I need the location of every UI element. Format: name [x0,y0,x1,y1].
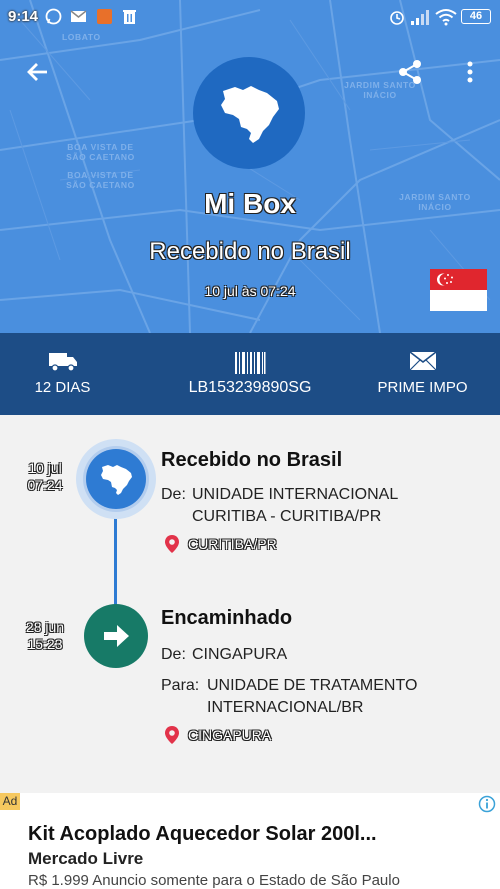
to-value-line2: INTERNACIONAL/BR [207,699,364,716]
timeline-connector [114,505,117,613]
ad-advertiser: Mercado Livre [28,849,144,868]
event-location: CURITIBA/PR [161,534,361,556]
product-name: Mi Box [204,188,296,219]
app-icon [97,9,112,24]
status-bar: 9:14 46 [0,0,500,34]
map-label: BOA VISTA DE SÃO CAETANO [66,170,135,190]
ad-badge: Ad [0,793,20,810]
info-icon[interactable] [478,795,496,813]
event-node-halo [76,439,156,519]
location-pin-icon [165,726,179,744]
event-from: De: CINGAPURA [161,644,481,666]
tracking-code[interactable]: LB153239890SG [165,333,335,415]
event-datetime: 28 jun 15:23 [15,619,75,653]
barcode-icon [235,352,266,374]
signal-icon [411,10,429,25]
arrow-forward-icon [104,625,129,647]
map-label: BOA VISTA DE SÃO CAETANO [66,142,135,162]
event-location: CINGAPURA [161,725,361,747]
arrow-back-icon [27,63,47,81]
mail-icon [409,351,436,371]
service-type: PRIME IMPO [370,333,475,415]
transit-days: 12 DIAS [10,333,115,415]
whatsapp-icon [45,8,62,25]
back-button[interactable] [18,52,58,92]
battery-icon: 46 [461,9,491,24]
event-location-label: CURITIBA/PR [188,536,277,552]
from-label: De: [161,646,186,663]
share-icon [399,60,421,84]
tracking-code-label: LB153239890SG [188,379,312,396]
brazil-map-icon [101,465,132,495]
from-value-line1: CINGAPURA [192,646,288,663]
status-date: 10 jul às 07:24 [204,283,296,299]
share-button[interactable] [390,52,430,92]
event-to: Para: UNIDADE DE TRATAMENTO INTERNACIONA… [161,675,491,719]
status-time: 9:14 [8,8,39,25]
tracking-timeline: 10 jul 07:24 Recebido no Brasil De: UNID… [0,415,500,793]
singapore-flag-icon [430,269,487,311]
country-circle [193,57,305,169]
more-options-button[interactable] [450,52,490,92]
trash-icon [123,10,136,24]
event-from: De: UNIDADE INTERNACIONAL CURITIBA - CUR… [161,484,481,528]
location-pin-icon [165,535,179,553]
shipment-header: LOBATO JARDIM SANTO INÁCIO BOA VISTA DE … [0,0,500,333]
to-value-line1: UNIDADE DE TRATAMENTO [207,677,418,694]
battery-level: 46 [469,10,483,22]
event-date: 10 jul [28,460,62,476]
ad-description: R$ 1.999 Anuncio somente para o Estado d… [28,872,400,889]
event-title: Recebido no Brasil [161,449,343,471]
event-location-label: CINGAPURA [188,727,272,743]
more-vert-icon [467,61,473,83]
ad-title[interactable]: Kit Acoplado Aquecedor Solar 200l... [28,823,377,846]
event-title: Encaminhado [161,607,293,629]
event-date: 28 jun [25,619,65,635]
truck-icon [48,353,77,372]
event-time: 15:23 [27,636,63,652]
event-time: 07:24 [27,477,63,493]
service-type-label: PRIME IMPO [377,379,468,396]
transit-days-label: 12 DIAS [34,379,91,396]
brazil-map-icon [221,86,279,143]
info-bar: 12 DIAS LB153239890SG PRIME IMPO [0,333,500,415]
alarm-icon [390,11,404,25]
wifi-icon [435,9,457,26]
from-value-line1: UNIDADE INTERNACIONAL [192,486,399,503]
from-value-line2: CURITIBA - CURITIBA/PR [192,508,382,525]
to-label: Para: [161,677,200,694]
event-datetime: 10 jul 07:24 [15,460,75,494]
ad-banner[interactable]: Ad Kit Acoplado Aquecedor Solar 200l... … [0,793,500,889]
event-node [84,604,148,668]
shipment-status: Recebido no Brasil [149,238,351,265]
gmail-icon [70,10,87,22]
from-label: De: [161,486,186,503]
event-node [86,449,146,509]
